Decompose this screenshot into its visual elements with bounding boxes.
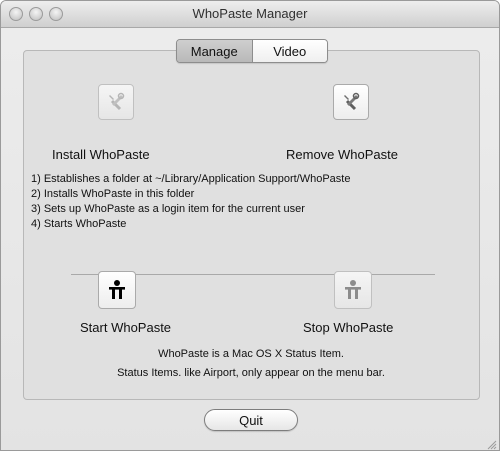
step-2: 2) Installs WhoPaste in this folder xyxy=(31,188,195,200)
status-item-note: WhoPaste is a Mac OS X Status Item. xyxy=(158,348,344,360)
segmented-tabs: Manage Video xyxy=(176,39,328,63)
step-4: 4) Starts WhoPaste xyxy=(31,218,127,230)
install-button[interactable] xyxy=(98,84,134,120)
window-title: WhoPaste Manager xyxy=(192,6,308,21)
resize-grip-icon[interactable] xyxy=(485,438,497,450)
start-label: Start WhoPaste xyxy=(80,320,172,335)
step-3: 3) Sets up WhoPaste as a login item for … xyxy=(31,203,305,215)
title-bar[interactable]: WhoPaste Manager xyxy=(1,1,499,28)
app-window: WhoPaste Manager Manage Video Install Wh… xyxy=(0,0,500,451)
step-1: 1) Establishes a folder at ~/Library/App… xyxy=(31,173,351,185)
tools-icon xyxy=(109,92,125,111)
person-icon xyxy=(109,280,125,299)
start-button[interactable] xyxy=(98,271,136,309)
tab-video[interactable]: Video xyxy=(252,40,327,62)
remove-label: Remove WhoPaste xyxy=(286,147,398,162)
quit-button[interactable]: Quit xyxy=(204,409,298,431)
tools-icon xyxy=(344,92,360,111)
menu-bar-note: Status Items. like Airport, only appear … xyxy=(117,367,385,379)
stop-button[interactable] xyxy=(334,271,372,309)
window-content: Manage Video Install WhoPaste Remove Who… xyxy=(1,28,499,450)
stop-label: Stop WhoPaste xyxy=(303,320,394,335)
install-label: Install WhoPaste xyxy=(52,147,150,162)
person-icon xyxy=(345,280,361,299)
tab-manage[interactable]: Manage xyxy=(177,40,253,62)
remove-button[interactable] xyxy=(333,84,369,120)
